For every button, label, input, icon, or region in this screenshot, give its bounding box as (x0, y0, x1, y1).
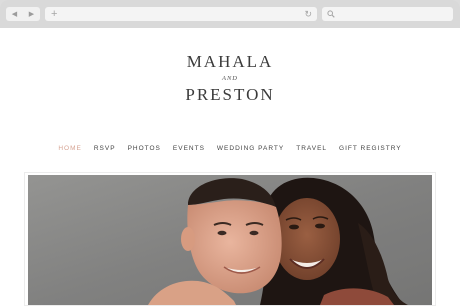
search-bar[interactable] (322, 7, 453, 21)
first-name: MAHALA (186, 52, 274, 71)
couple-names: MAHALA AND PRESTON (0, 52, 460, 105)
nav-link-home[interactable]: HOME (58, 145, 82, 153)
address-bar[interactable]: + ↻ (45, 7, 317, 21)
browser-window: ◀ ▶ + ↻ MAHALA AND PRESTON HOME RSVP PHOTO… (0, 0, 460, 306)
hero-photo-frame (24, 172, 436, 306)
couple-photo-illustration (28, 175, 432, 305)
search-icon (327, 10, 335, 18)
web-page: MAHALA AND PRESTON HOME RSVP PHOTOS EVENTS W… (0, 28, 460, 306)
nav-link-events[interactable]: EVENTS (173, 145, 205, 153)
nav-link-travel[interactable]: TRAVEL (296, 145, 327, 153)
reload-icon[interactable]: ↻ (304, 7, 312, 21)
nav-link-photos[interactable]: PHOTOS (128, 145, 161, 153)
hero-couple-photo (28, 175, 432, 305)
browser-toolbar: ◀ ▶ + ↻ (0, 0, 460, 28)
nav-link-rsvp[interactable]: RSVP (94, 145, 116, 153)
back-arrow-icon[interactable]: ◀ (12, 11, 17, 18)
site-navigation: HOME RSVP PHOTOS EVENTS WEDDING PARTY TRAVEL G… (0, 145, 460, 153)
history-nav: ◀ ▶ (6, 7, 40, 21)
forward-arrow-icon[interactable]: ▶ (29, 11, 34, 18)
second-name: PRESTON (185, 85, 275, 104)
plus-icon[interactable]: + (51, 7, 57, 21)
and-label: AND (222, 75, 238, 82)
nav-link-gift-registry[interactable]: GIFT REGISTRY (339, 145, 402, 153)
nav-link-wedding-party[interactable]: WEDDING PARTY (217, 145, 284, 153)
